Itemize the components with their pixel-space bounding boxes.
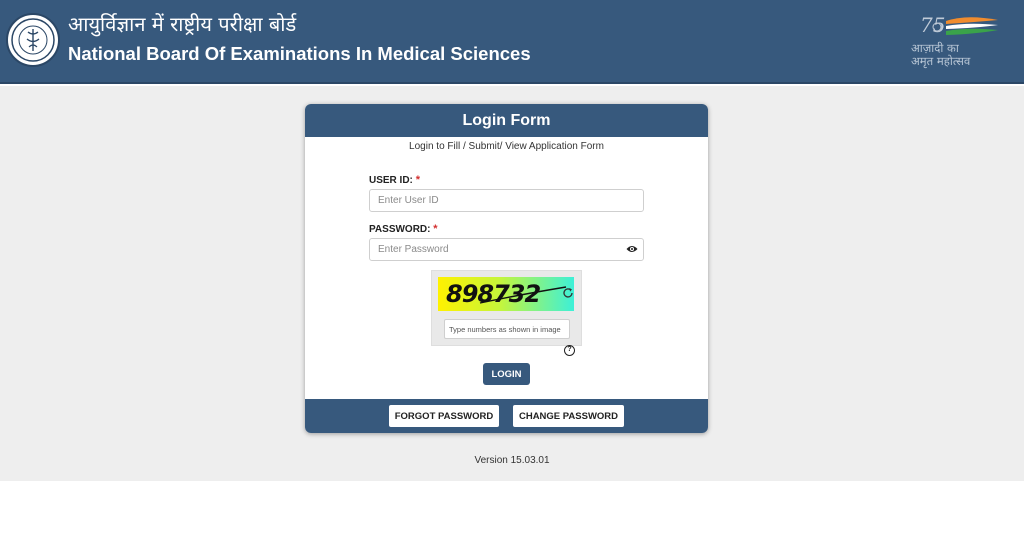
change-password-button[interactable]: CHANGE PASSWORD	[513, 405, 624, 427]
login-form-title: Login Form	[305, 104, 708, 137]
captcha-panel: 898732	[431, 270, 582, 346]
captcha-image: 898732	[438, 277, 574, 311]
login-form-subtitle: Login to Fill / Submit/ View Application…	[409, 141, 604, 152]
azadi-line-2: अमृत महोत्सव	[911, 54, 971, 68]
captcha-input[interactable]	[444, 319, 570, 339]
nbe-emblem-icon	[6, 13, 60, 67]
login-button[interactable]: LOGIN	[483, 363, 530, 385]
help-icon[interactable]: ?	[564, 345, 575, 356]
login-form-card: Login Form Login to Fill / Submit/ View …	[305, 104, 708, 433]
site-title-hindi: आयुर्विज्ञान में राष्ट्रीय परीक्षा बोर्ड	[68, 12, 297, 36]
password-label: PASSWORD: *	[369, 223, 438, 235]
required-mark: *	[415, 174, 420, 186]
azadi-number: 75	[920, 13, 945, 37]
site-header: आयुर्विज्ञान में राष्ट्रीय परीक्षा बोर्ड…	[0, 0, 1024, 84]
azadi-text: आज़ादी का अमृत महोत्सव	[911, 42, 970, 68]
version-text: Version 15.03.01	[474, 455, 550, 466]
login-form-footer: FORGOT PASSWORD CHANGE PASSWORD	[305, 399, 708, 433]
site-title-english: National Board Of Examinations In Medica…	[68, 43, 531, 64]
eye-icon[interactable]	[626, 244, 638, 254]
password-input[interactable]	[369, 238, 644, 261]
refresh-icon[interactable]	[562, 287, 574, 299]
password-label-text: PASSWORD:	[369, 224, 431, 235]
user-id-label: USER ID: *	[369, 174, 420, 186]
captcha-noise-line	[479, 286, 567, 304]
user-id-input[interactable]	[369, 189, 644, 212]
forgot-password-button[interactable]: FORGOT PASSWORD	[389, 405, 499, 427]
user-id-label-text: USER ID:	[369, 175, 413, 186]
required-mark: *	[433, 223, 438, 235]
